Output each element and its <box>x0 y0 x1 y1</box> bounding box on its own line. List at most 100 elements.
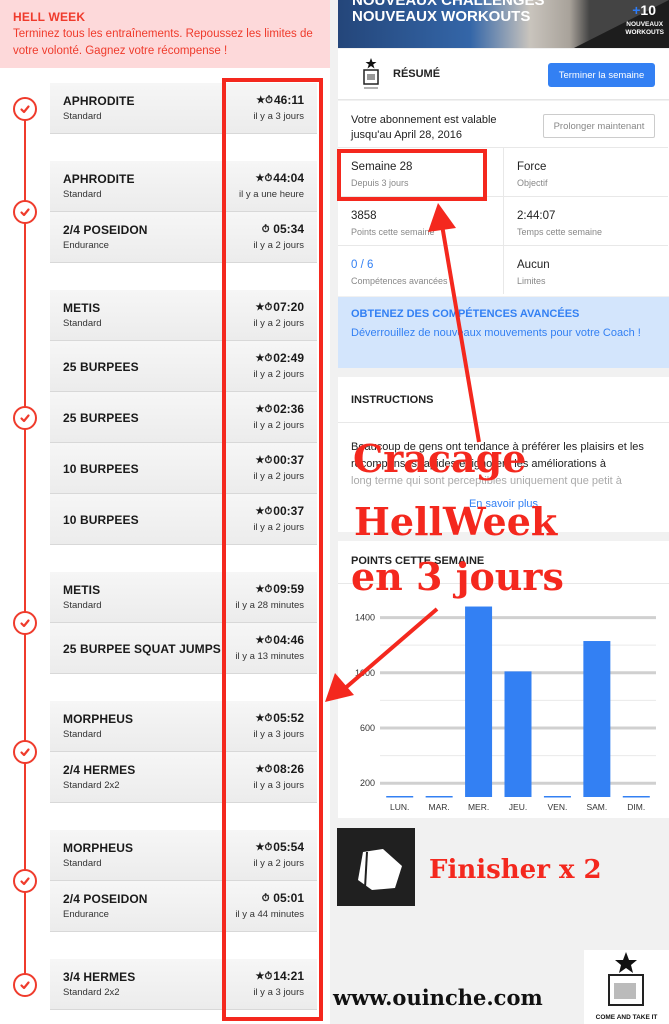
workout-row[interactable]: METIS Standard ★⏱ 07:20 il y a 2 jours <box>50 290 317 341</box>
workout-ago: il y a 28 minutes <box>235 600 304 611</box>
workout-row[interactable]: MORPHEUS Standard ★⏱ 05:52 il y a 3 jours <box>50 701 317 752</box>
stopwatch-icon: ⏱ <box>261 223 273 235</box>
workout-row[interactable]: 2/4 POSEIDON Endurance ⏱ 05:34 il y a 2 jou… <box>50 212 317 263</box>
extend-now-button[interactable]: Prolonger maintenant <box>543 114 655 138</box>
completed-check-icon <box>13 972 37 997</box>
stat-label: Temps cette semaine <box>517 227 603 237</box>
workout-time-value: 05:54 <box>273 840 304 854</box>
instructions-body-faded: long terme qui sont perceptibles uniquem… <box>351 475 622 487</box>
workout-name: 25 BURPEES <box>63 360 139 374</box>
come-and-take-it-logo: COME AND TAKE IT <box>584 950 669 1024</box>
workout-row[interactable]: 3/4 HERMES Standard 2x2 ★⏱ 14:21 il y a 3 jo… <box>50 959 317 1010</box>
finisher-badge <box>337 828 415 906</box>
workout-row[interactable]: APHRODITE Standard ★⏱ 44:04 il y a une heure <box>50 161 317 212</box>
stat-value: 2:44:07 <box>517 210 556 222</box>
workout-variant: Standard <box>63 318 102 329</box>
bar-mer <box>465 606 493 797</box>
workout-row[interactable]: 25 BURPEES ★⏱ 02:36 il y a 2 jours <box>50 392 317 443</box>
workout-row[interactable]: 2/4 POSEIDON Endurance ⏱ 05:01 il y a 44 mi… <box>50 881 317 932</box>
workout-time-value: 02:49 <box>273 351 304 365</box>
stat-value: Aucun <box>517 259 550 271</box>
subscription-row: Votre abonnement est valable jusqu'au Ap… <box>338 101 669 147</box>
workout-time: ★⏱ 05:52 <box>256 711 304 725</box>
workout-ago: il y a 3 jours <box>253 987 304 998</box>
bar-ven <box>543 796 571 798</box>
workout-name: 3/4 HERMES <box>63 970 136 984</box>
completed-check-icon <box>13 611 37 635</box>
read-more-link[interactable]: En savoir plus <box>338 498 669 510</box>
workout-ago: il y a 3 jours <box>253 780 304 791</box>
bar-mar <box>425 796 453 798</box>
workout-variant: Standard 2x2 <box>63 987 120 998</box>
workout-row[interactable]: APHRODITE Standard ★⏱ 46:11 il y a 3 jours <box>50 83 317 134</box>
workout-time: ★⏱ 08:26 <box>256 762 304 776</box>
workout-name: MORPHEUS <box>63 841 134 855</box>
workout-row[interactable]: METIS Standard ★⏱ 09:59 il y a 28 minutes <box>50 572 317 623</box>
workout-variant: Standard <box>63 189 102 200</box>
finish-week-button[interactable]: Terminer la semaine <box>548 63 655 87</box>
points-bar-chart: 200 600 1000 1400 LUN. MAR. MER. JEU. VEN. SAM. DI… <box>355 606 656 812</box>
promo-banner[interactable]: NOUVEAUX CHALLENGES NOUVEAUX WORKOUTS +1… <box>338 0 669 48</box>
promo-line-2: NOUVEAUX WORKOUTS <box>352 8 531 25</box>
x-tick-label: DIM. <box>627 802 645 812</box>
workout-row[interactable]: 25 BURPEES ★⏱ 02:49 il y a 2 jours <box>50 341 317 392</box>
workout-time-value: 44:04 <box>273 171 304 185</box>
star-stopwatch-icon: ★⏱ <box>255 301 273 313</box>
star-stopwatch-icon: ★⏱ <box>255 505 273 517</box>
completed-check-icon <box>13 869 37 893</box>
workout-row[interactable]: MORPHEUS Standard ★⏱ 05:54 il y a 2 jours <box>50 830 317 881</box>
workout-name: 25 BURPEE SQUAT JUMPS <box>63 642 221 656</box>
y-tick-label: 200 <box>360 778 375 788</box>
stat-label: Points cette semaine <box>351 227 435 237</box>
workout-variant: Standard <box>63 858 102 869</box>
workout-time: ★⏱ 02:36 <box>256 402 304 416</box>
divider <box>338 422 669 423</box>
workout-row[interactable]: 2/4 HERMES Standard 2x2 ★⏱ 08:26 il y a 3 jo… <box>50 752 317 803</box>
stat-value: 3858 <box>351 210 377 222</box>
stat-week: Semaine 28 Depuis 3 jours <box>338 147 503 196</box>
workout-ago: il y a 2 jours <box>253 420 304 431</box>
hell-week-description: Terminez tous les entraînements. Repouss… <box>13 28 313 57</box>
half-star-stopwatch-icon: ★⏱ <box>255 970 273 982</box>
workout-ago: il y a 13 minutes <box>235 651 304 662</box>
promo-badge-line-1: NOUVEAUX <box>626 21 664 28</box>
workout-ago: il y a 2 jours <box>253 522 304 533</box>
stat-value-link[interactable]: 0 / 6 <box>351 259 373 271</box>
logo-caption: COME AND TAKE IT <box>595 1014 658 1021</box>
stat-value: Semaine 28 <box>351 161 413 173</box>
workout-name: APHRODITE <box>63 94 135 108</box>
hell-week-column: HELL WEEK Terminez tous les entraînement… <box>0 0 330 1024</box>
hell-week-title: HELL WEEK <box>13 10 86 24</box>
finisher-annotation: Finisher x 2 <box>429 855 602 885</box>
workout-time: ★⏱ 05:54 <box>256 840 304 854</box>
workout-time-value: 05:01 <box>273 891 304 905</box>
workout-ago: il y a 2 jours <box>253 858 304 869</box>
workout-row[interactable]: 10 BURPEES ★⏱ 00:37 il y a 2 jours <box>50 494 317 545</box>
workout-ago: il y a 44 minutes <box>235 909 304 920</box>
workout-time: ★⏱ 04:46 <box>256 633 304 647</box>
advanced-skills-banner[interactable]: OBTENEZ DES COMPÉTENCES AVANCÉES Déverro… <box>338 297 669 368</box>
timeline-line <box>24 108 26 985</box>
completed-check-icon <box>13 96 37 121</box>
workout-row[interactable]: 25 BURPEE SQUAT JUMPS ★⏱ 04:46 il y a 13 mi… <box>50 623 317 674</box>
workout-ago: il y a une heure <box>239 189 304 200</box>
workout-variant: Standard <box>63 729 102 740</box>
stat-advanced-skills[interactable]: 0 / 6 Compétences avancées <box>338 245 503 294</box>
stats-grid: Semaine 28 Depuis 3 jours Force Objectif… <box>338 147 669 296</box>
stat-goal: Force Objectif <box>503 147 668 196</box>
workout-variant: Endurance <box>63 240 109 251</box>
bar-dim <box>622 796 650 798</box>
workout-time-value: 00:37 <box>273 504 304 518</box>
star-stopwatch-icon: ★⏱ <box>255 172 273 184</box>
workout-ago: il y a 2 jours <box>253 318 304 329</box>
workout-time: ★⏱ 00:37 <box>256 504 304 518</box>
completed-check-icon <box>13 200 37 224</box>
stat-label: Depuis 3 jours <box>351 178 409 188</box>
half-star-stopwatch-icon: ★⏱ <box>255 352 273 364</box>
workout-ago: il y a 3 jours <box>253 111 304 122</box>
subscription-line-1: Votre abonnement est valable <box>351 114 497 126</box>
workout-name: MORPHEUS <box>63 712 134 726</box>
star-stopwatch-icon: ★⏱ <box>255 583 273 595</box>
workout-row[interactable]: 10 BURPEES ★⏱ 00:37 il y a 2 jours <box>50 443 317 494</box>
stat-points: 3858 Points cette semaine <box>338 196 503 245</box>
